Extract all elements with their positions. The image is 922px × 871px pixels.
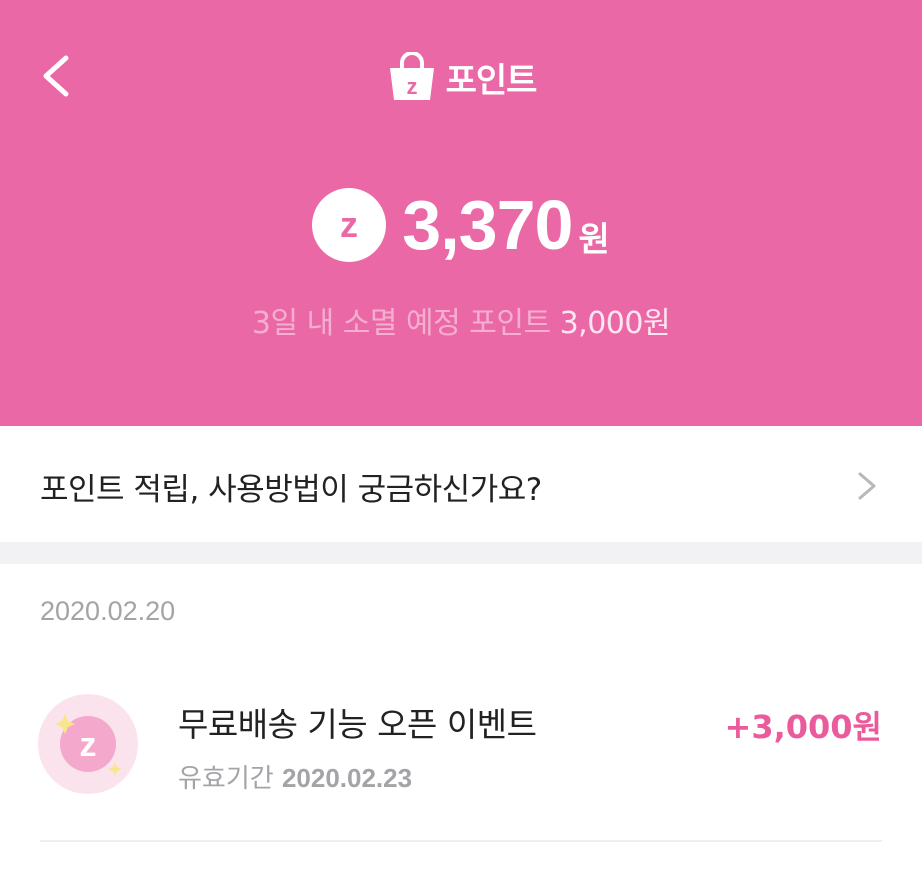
validity-date: 2020.02.23 <box>281 763 413 793</box>
points-help-link[interactable]: 포인트 적립, 사용방법이 궁금하신가요? <box>0 426 922 542</box>
expiring-label: 3일 내 소멸 예정 포인트 <box>251 306 551 341</box>
svg-text:z: z <box>80 726 97 764</box>
list-divider <box>40 840 882 842</box>
point-balance: z 3,370 원 <box>0 180 922 270</box>
entry-title: 무료배송 기능 오픈 이벤트 <box>178 705 537 744</box>
balance-unit: 원 <box>578 219 610 260</box>
z-coin-icon: z <box>312 188 387 262</box>
expiring-amount: 3,000원 <box>559 306 671 341</box>
section-divider <box>0 542 922 564</box>
points-header: z 포인트 z 3,370 원 3일 내 소멸 예정 포인트 3,000원 <box>0 0 922 426</box>
page-title-group: z 포인트 <box>0 52 922 102</box>
expiring-points: 3일 내 소멸 예정 포인트 3,000원 <box>0 298 922 342</box>
page-title: 포인트 <box>445 60 538 101</box>
chevron-right-icon <box>858 472 876 500</box>
balance-amount: 3,370 <box>402 186 573 264</box>
history-entry: z 무료배송 기능 오픈 이벤트 유효기간 2020.02.23 +3,000원 <box>0 680 922 830</box>
svg-text:z: z <box>406 74 417 99</box>
svg-text:z: z <box>340 205 358 245</box>
entry-validity: 유효기간 2020.02.23 <box>178 758 412 795</box>
entry-amount: +3,000원 <box>724 708 882 746</box>
shopping-bag-z-icon: z <box>389 52 434 100</box>
help-link-label: 포인트 적립, 사용방법이 궁금하신가요? <box>40 472 542 508</box>
validity-label: 유효기간 <box>178 764 274 794</box>
history-date: 2020.02.20 <box>40 596 176 626</box>
z-sparkle-icon: z <box>38 694 138 794</box>
